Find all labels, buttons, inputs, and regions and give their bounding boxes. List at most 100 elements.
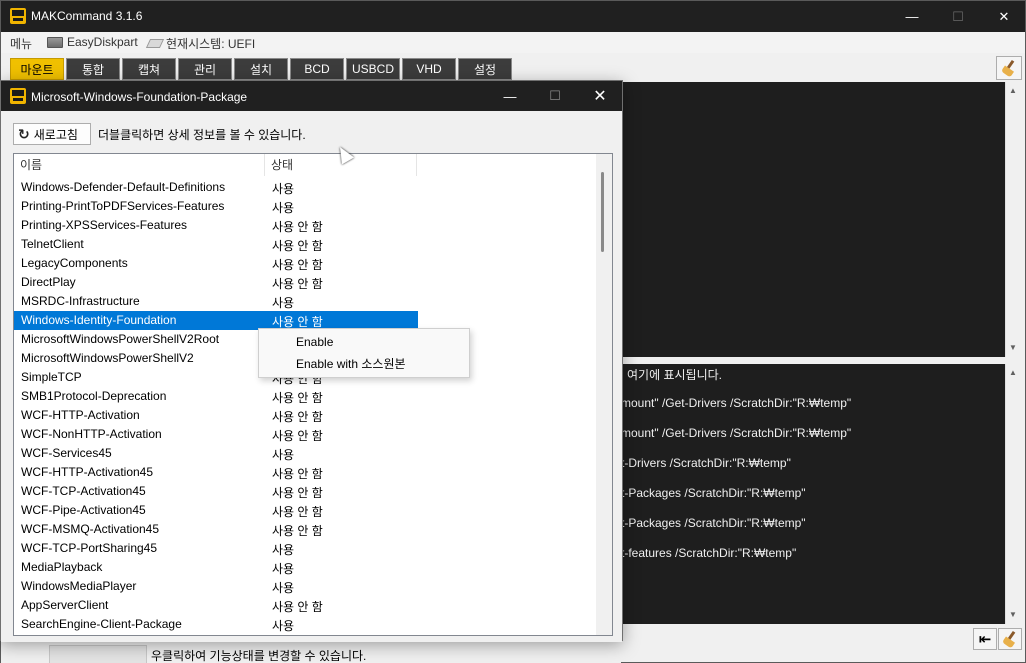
row-name: WCF-TCP-PortSharing45	[21, 541, 158, 555]
row-status: 사용	[272, 296, 295, 310]
main-titlebar[interactable]: MAKCommand 3.1.6 — ☐ ✕	[1, 1, 1025, 32]
list-row[interactable]: SearchEngine-Client-Package 사용	[14, 615, 418, 634]
log-line: l 여기에 표시됩니다.	[621, 368, 722, 382]
row-name: WindowsMediaPlayer	[21, 579, 137, 593]
list-scroll-thumb[interactable]	[601, 172, 604, 252]
row-name: WCF-Services45	[21, 446, 112, 460]
row-status: 사용 안 함	[272, 391, 323, 405]
row-name: Printing-PrintToPDFServices-Features	[21, 199, 225, 213]
menu-current-system[interactable]: 현재시스템: UEFI	[145, 35, 255, 52]
close-button[interactable]: ✕	[981, 1, 1026, 32]
tab-vhd[interactable]: VHD	[402, 58, 456, 80]
row-name: WCF-Pipe-Activation45	[21, 503, 146, 517]
dialog-minimize-button[interactable]: —	[487, 81, 533, 111]
list-row[interactable]: Windows-Defender-Default-Definitions 사용	[14, 178, 418, 197]
menu-main-label: 메뉴	[10, 37, 33, 51]
tab-bcd[interactable]: BCD	[290, 58, 344, 80]
row-name: SearchEngine-Client-Package	[21, 617, 182, 631]
hint-text: 더블클릭하면 상세 정보를 볼 수 있습니다.	[98, 128, 306, 142]
tab-settings[interactable]: 설정	[458, 58, 512, 80]
list-row[interactable]: TelnetClient 사용 안 함	[14, 235, 418, 254]
row-status: 사용 안 함	[272, 220, 323, 234]
dialog-title: Microsoft-Windows-Foundation-Package	[31, 90, 248, 104]
menu-easydiskpart[interactable]: EasyDiskpart	[47, 35, 138, 49]
row-name: WCF-NonHTTP-Activation	[21, 427, 162, 441]
row-name: TelnetClient	[21, 237, 84, 251]
column-header-name[interactable]: 이름	[14, 154, 265, 176]
list-row[interactable]: WindowsMediaPlayer 사용	[14, 577, 418, 596]
tab-install[interactable]: 설치	[234, 58, 288, 80]
enter-button[interactable]: ⇤	[973, 628, 997, 650]
row-name: SimpleTCP	[21, 370, 82, 384]
broom-icon	[1001, 60, 1017, 76]
list-row[interactable]: WCF-HTTP-Activation 사용 안 함	[14, 406, 418, 425]
list-row[interactable]: WCF-Pipe-Activation45 사용 안 함	[14, 501, 418, 520]
row-status: 사용	[272, 182, 295, 196]
enter-arrow-icon: ⇤	[978, 631, 992, 648]
menu-main[interactable]: 메뉴	[10, 35, 32, 52]
row-status: 사용 안 함	[272, 486, 323, 500]
row-name: WCF-HTTP-Activation45	[21, 465, 154, 479]
list-header: 이름 상태	[14, 154, 598, 176]
status-text: 우클릭하여 기능상태를 변경할 수 있습니다.	[151, 649, 367, 663]
feature-list[interactable]: 이름 상태 Windows-Defender-Default-Definitio…	[13, 153, 613, 636]
tab-integrate[interactable]: 통합	[66, 58, 120, 80]
log-console-scrollbar[interactable]: ▲ ▼	[1005, 364, 1021, 624]
context-menu: Enable Enable with 소스원본	[258, 328, 470, 378]
disk-icon	[47, 36, 63, 48]
broom-icon	[1002, 631, 1018, 647]
log-line: t-features /ScratchDir:"R:₩temp"	[621, 546, 797, 560]
tab-capture[interactable]: 캡쳐	[122, 58, 176, 80]
dialog-titlebar[interactable]: Microsoft-Windows-Foundation-Package — ☐…	[1, 81, 622, 111]
app-logo-icon	[10, 88, 26, 104]
list-row[interactable]: WCF-MSMQ-Activation45 사용 안 함	[14, 520, 418, 539]
row-name: Windows-Identity-Foundation	[21, 313, 177, 327]
row-status: 사용	[272, 543, 295, 557]
list-row[interactable]: WCF-NonHTTP-Activation 사용 안 함	[14, 425, 418, 444]
list-row[interactable]: Printing-XPSServices-Features 사용 안 함	[14, 216, 418, 235]
tab-mount[interactable]: 마운트	[10, 58, 64, 80]
list-row[interactable]: Printing-PrintToPDFServices-Features 사용	[14, 197, 418, 216]
menubar: 메뉴 EasyDiskpart 현재시스템: UEFI	[1, 32, 1025, 53]
log-line: t-Packages /ScratchDir:"R:₩temp"	[621, 486, 806, 500]
row-name: Windows-Defender-Default-Definitions	[21, 180, 226, 194]
tab-usbcd[interactable]: USBCD	[346, 58, 400, 80]
list-row[interactable]: WCF-HTTP-Activation45 사용 안 함	[14, 463, 418, 482]
scroll-down-arrow-icon[interactable]: ▼	[1009, 343, 1017, 352]
scroll-up-arrow-icon[interactable]: ▲	[1009, 86, 1017, 95]
row-name: MicrosoftWindowsPowerShellV2Root	[21, 332, 220, 346]
list-row[interactable]: AppServerClient 사용 안 함	[14, 596, 418, 615]
clean-button-top[interactable]	[996, 56, 1022, 80]
list-row[interactable]: LegacyComponents 사용 안 함	[14, 254, 418, 273]
context-menu-enable[interactable]: Enable	[259, 331, 469, 353]
row-name: MediaPlayback	[21, 560, 103, 574]
maximize-button[interactable]: ☐	[935, 1, 981, 32]
row-name: MicrosoftWindowsPowerShellV2	[21, 351, 194, 365]
dialog-close-button[interactable]: ✕	[577, 81, 623, 111]
list-row[interactable]: WCF-Services45 사용	[14, 444, 418, 463]
list-scrollbar[interactable]	[596, 154, 612, 635]
row-status: 사용	[272, 619, 295, 633]
scroll-up-arrow-icon[interactable]: ▲	[1009, 368, 1017, 377]
output-console	[621, 82, 1007, 357]
dialog-maximize-button[interactable]: ☐	[532, 81, 578, 111]
refresh-button[interactable]: ↻ 새로고침	[13, 123, 91, 145]
list-row[interactable]: SMB1Protocol-Deprecation 사용 안 함	[14, 387, 418, 406]
row-name: WCF-TCP-Activation45	[21, 484, 146, 498]
row-status: 사용 안 함	[272, 277, 323, 291]
list-row[interactable]: WCF-TCP-Activation45 사용 안 함	[14, 482, 418, 501]
list-row[interactable]: WCF-TCP-PortSharing45 사용	[14, 539, 418, 558]
log-line: mount" /Get-Drivers /ScratchDir:"R:₩temp…	[621, 396, 852, 410]
list-row[interactable]: MSRDC-Infrastructure 사용	[14, 292, 418, 311]
list-row[interactable]: MediaPlayback 사용	[14, 558, 418, 577]
scroll-down-arrow-icon[interactable]: ▼	[1009, 610, 1017, 619]
row-status: 사용 안 함	[272, 410, 323, 424]
clean-button-bottom[interactable]	[998, 628, 1022, 650]
main-window-title: MAKCommand 3.1.6	[31, 9, 143, 23]
list-row[interactable]: DirectPlay 사용 안 함	[14, 273, 418, 292]
minimize-button[interactable]: —	[889, 1, 935, 32]
tab-manage[interactable]: 관리	[178, 58, 232, 80]
row-name: AppServerClient	[21, 598, 109, 612]
output-console-scrollbar[interactable]: ▲ ▼	[1005, 82, 1021, 357]
context-menu-enable-with-source[interactable]: Enable with 소스원본	[259, 353, 469, 375]
